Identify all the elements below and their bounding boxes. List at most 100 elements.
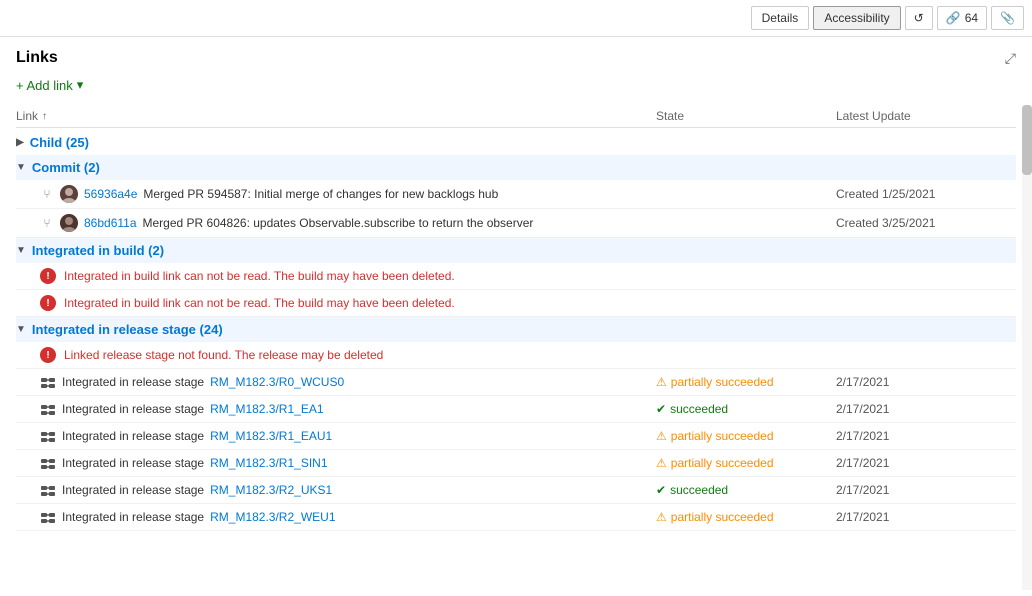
release-date-6: 2/17/2021	[836, 510, 1016, 524]
release-state-3: ⚠ partially succeeded	[656, 429, 836, 443]
release-stage-icon-3	[40, 428, 56, 444]
chevron-down-icon: ▼	[16, 162, 26, 173]
integrated-build-label: Integrated in build (2)	[32, 243, 164, 258]
error-icon-2: !	[40, 295, 56, 311]
chevron-down-icon: ▾	[77, 77, 84, 93]
history-button[interactable]: ↺	[905, 6, 933, 30]
check-icon-1: ✔	[656, 402, 666, 416]
column-headers: Link ↑ State Latest Update	[16, 105, 1016, 128]
release-item-prefix-4: Integrated in release stage	[62, 456, 204, 470]
release-item-prefix-3: Integrated in release stage	[62, 429, 204, 443]
paperclip-icon: 📎	[1000, 11, 1015, 25]
links-table: ▶ Child (25) ▼ Commit (2) ⑂	[16, 130, 1016, 531]
release-date-4: 2/17/2021	[836, 456, 1016, 470]
error-icon-1: !	[40, 268, 56, 284]
release-item-link-3[interactable]: RM_M182.3/R1_EAU1	[210, 429, 332, 443]
links-title: Links	[16, 49, 58, 67]
release-item-2: Integrated in release stage RM_M182.3/R1…	[16, 396, 1016, 423]
release-error-text: Linked release stage not found. The rele…	[64, 348, 383, 362]
commit-item-2: ⑂ 86bd611a Merged PR 604826: updates Obs…	[16, 209, 1016, 238]
release-date-1: 2/17/2021	[836, 375, 1016, 389]
release-item-6: Integrated in release stage RM_M182.3/R2…	[16, 504, 1016, 531]
history-icon: ↺	[914, 11, 924, 25]
main-content: Links ⤢ + Add link ▾ Link ↑ State Latest…	[0, 37, 1032, 590]
release-item-prefix-2: Integrated in release stage	[62, 402, 204, 416]
warning-icon-4: ⚠	[656, 456, 667, 470]
accessibility-button[interactable]: Accessibility	[813, 6, 900, 30]
release-item-5: Integrated in release stage RM_M182.3/R2…	[16, 477, 1016, 504]
details-button[interactable]: Details	[751, 6, 810, 30]
latest-update-column-header: Latest Update	[836, 109, 1016, 123]
release-item-prefix-6: Integrated in release stage	[62, 510, 204, 524]
integrated-release-label: Integrated in release stage (24)	[32, 322, 223, 337]
release-date-5: 2/17/2021	[836, 483, 1016, 497]
release-date-2: 2/17/2021	[836, 402, 1016, 416]
release-stage-icon-2	[40, 401, 56, 417]
top-bar: Details Accessibility ↺ 🔗 64 📎	[0, 0, 1032, 37]
links-header: Links ⤢	[16, 49, 1016, 67]
commit-msg-2: Merged PR 604826: updates Observable.sub…	[143, 216, 534, 230]
release-item-link-6[interactable]: RM_M182.3/R2_WEU1	[210, 510, 335, 524]
release-item-link-5[interactable]: RM_M182.3/R2_UKS1	[210, 483, 332, 497]
release-item-1: Integrated in release stage RM_M182.3/R0…	[16, 369, 1016, 396]
error-icon-release: !	[40, 347, 56, 363]
commit-hash-1[interactable]: 56936a4e	[84, 187, 137, 201]
child-group-label: Child (25)	[30, 135, 89, 150]
expand-icon[interactable]: ⤢	[1005, 50, 1016, 67]
commit-item-1: ⑂ 56936a4e Merged PR 594587: Initial mer…	[16, 180, 1016, 209]
commit-hash-2[interactable]: 86bd611a	[84, 216, 137, 230]
release-stage-icon-6	[40, 509, 56, 525]
commit-branch-icon: ⑂	[40, 187, 54, 201]
integrated-build-group-row[interactable]: ▼ Integrated in build (2)	[16, 238, 1016, 263]
commit-group-row[interactable]: ▼ Commit (2)	[16, 155, 1016, 180]
warning-icon-1: ⚠	[656, 375, 667, 389]
scrollbar-thumb[interactable]	[1022, 105, 1032, 175]
build-error-1: ! Integrated in build link can not be re…	[16, 263, 1016, 290]
add-link-button[interactable]: + Add link ▾	[16, 77, 83, 93]
child-group-row[interactable]: ▶ Child (25)	[16, 130, 1016, 155]
release-state-4: ⚠ partially succeeded	[656, 456, 836, 470]
build-error-text-1: Integrated in build link can not be read…	[64, 269, 455, 283]
release-state-1: ⚠ partially succeeded	[656, 375, 836, 389]
links-count: 64	[965, 11, 978, 25]
warning-icon-6: ⚠	[656, 510, 667, 524]
commit-msg-1: Merged PR 594587: Initial merge of chang…	[143, 187, 498, 201]
sort-ascending-icon: ↑	[42, 111, 47, 122]
links-button[interactable]: 🔗 64	[937, 6, 987, 30]
commit-date-2: Created 3/25/2021	[836, 216, 1016, 230]
warning-icon-3: ⚠	[656, 429, 667, 443]
scrollbar-track[interactable]	[1022, 105, 1032, 590]
build-error-2: ! Integrated in build link can not be re…	[16, 290, 1016, 317]
chevron-right-icon: ▶	[16, 137, 24, 148]
release-stage-icon-4	[40, 455, 56, 471]
chevron-down-icon-build: ▼	[16, 245, 26, 256]
link-icon: 🔗	[946, 11, 961, 25]
link-column-header[interactable]: Link ↑	[16, 109, 656, 123]
commit-date-1: Created 1/25/2021	[836, 187, 1016, 201]
release-item-link-2[interactable]: RM_M182.3/R1_EA1	[210, 402, 323, 416]
avatar-2	[60, 214, 78, 232]
chevron-down-icon-release: ▼	[16, 324, 26, 335]
release-state-2: ✔ succeeded	[656, 402, 836, 416]
release-item-4: Integrated in release stage RM_M182.3/R1…	[16, 450, 1016, 477]
check-icon-2: ✔	[656, 483, 666, 497]
release-item-link-4[interactable]: RM_M182.3/R1_SIN1	[210, 456, 327, 470]
release-error: ! Linked release stage not found. The re…	[16, 342, 1016, 369]
release-stage-icon-5	[40, 482, 56, 498]
build-error-text-2: Integrated in build link can not be read…	[64, 296, 455, 310]
release-item-link-1[interactable]: RM_M182.3/R0_WCUS0	[210, 375, 344, 389]
commit-branch-icon-2: ⑂	[40, 216, 54, 230]
integrated-release-group-row[interactable]: ▼ Integrated in release stage (24)	[16, 317, 1016, 342]
release-state-6: ⚠ partially succeeded	[656, 510, 836, 524]
state-column-header: State	[656, 109, 836, 123]
avatar-1	[60, 185, 78, 203]
release-state-5: ✔ succeeded	[656, 483, 836, 497]
release-item-prefix-5: Integrated in release stage	[62, 483, 204, 497]
commit-group-label: Commit (2)	[32, 160, 100, 175]
release-stage-icon-1	[40, 374, 56, 390]
release-item-3: Integrated in release stage RM_M182.3/R1…	[16, 423, 1016, 450]
add-link-label: + Add link	[16, 78, 73, 93]
attach-button[interactable]: 📎	[991, 6, 1024, 30]
release-item-prefix-1: Integrated in release stage	[62, 375, 204, 389]
release-date-3: 2/17/2021	[836, 429, 1016, 443]
